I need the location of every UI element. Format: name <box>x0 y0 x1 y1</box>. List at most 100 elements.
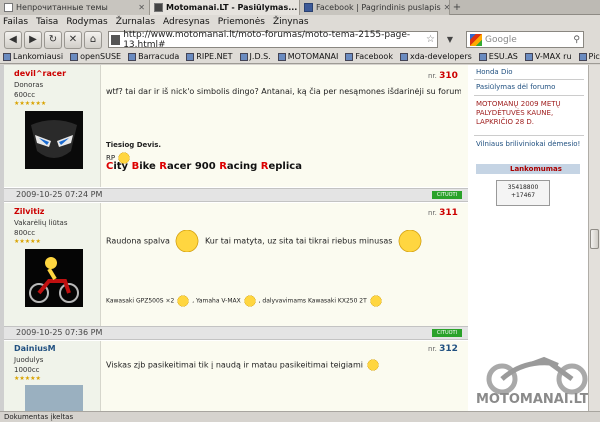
sidebar-event-link[interactable]: MOTOMANŲ 2009 METŲ PALYDĖTUVĖS KAUNE, LA… <box>476 100 584 127</box>
bookmark-star-icon[interactable]: ☆ <box>426 34 437 45</box>
page-scrollbar[interactable] <box>588 65 600 411</box>
bookmark-item[interactable]: RIPE.NET <box>186 52 233 61</box>
post-312-rank-stars: ★★★★★ <box>14 375 41 382</box>
tab-favicon <box>154 3 163 12</box>
search-box[interactable]: Google ⚲ <box>466 31 584 48</box>
forward-arrow-icon: ▶ <box>29 34 37 45</box>
url-text[interactable]: http://www.motomanai.lt/moto-forumas/mot… <box>123 30 426 50</box>
close-icon[interactable]: ✕ <box>441 3 449 12</box>
post-311-number[interactable]: nr. 311 <box>428 208 458 218</box>
post-310-location: Donoras <box>14 81 44 89</box>
menu-view[interactable]: Rodymas <box>66 17 107 27</box>
smiley-icon <box>176 295 191 307</box>
bookmark-item[interactable]: J.D.S. <box>239 52 271 61</box>
bookmark-icon <box>3 52 11 61</box>
bookmark-icon <box>399 52 408 61</box>
bookmark-icon <box>578 52 587 61</box>
tab-motomanai[interactable]: Motomanai.LT - Pasiūlymas... ✕ <box>150 0 300 15</box>
post-310-signature-bike: City Bike Racer 900 Racing Replica <box>106 161 302 172</box>
post-311-signature: Kawasaki GPZ500S ×2 , Yamaha V-MAX , dal… <box>106 295 383 307</box>
post-312-text: Viskas zjb pasikeitimai tik į naudą ir m… <box>106 359 380 371</box>
bookmark-item[interactable]: Barracuda <box>128 52 179 61</box>
quote-button[interactable]: CITUOTI <box>432 191 462 199</box>
scrollbar-thumb[interactable] <box>590 229 599 249</box>
search-input[interactable]: Google <box>485 35 517 45</box>
bookmark-icon <box>524 52 533 61</box>
post-312-location: Juodulys <box>14 356 44 364</box>
url-dropdown-icon[interactable]: ▼ <box>442 31 458 48</box>
post-311-avatar <box>25 249 83 307</box>
post-310-number[interactable]: nr. 310 <box>428 71 458 81</box>
bookmark-item[interactable]: Picasa <box>578 52 600 61</box>
menu-file[interactable]: Failas <box>3 17 28 27</box>
motorcycle-rider-avatar-icon <box>25 249 83 307</box>
post-312-bike: 1000cc <box>14 366 40 374</box>
tab-label: Непрочитанные темы <box>16 3 108 12</box>
stop-button[interactable]: ✕ <box>64 30 82 49</box>
traffic-header: Lankomumas <box>476 164 580 174</box>
forward-button[interactable]: ▶ <box>24 30 42 49</box>
page-content: devil^racer Donoras 600cc ★★★★★★ nr. 310… <box>0 65 600 411</box>
devil-avatar-icon <box>25 111 83 169</box>
home-button[interactable]: ⌂ <box>84 30 102 49</box>
smiley-icon <box>368 295 383 307</box>
menu-help[interactable]: Žinynas <box>273 17 309 27</box>
address-bar[interactable]: http://www.motomanai.lt/moto-forumas/mot… <box>108 30 438 50</box>
bookmark-item[interactable]: Facebook <box>345 52 393 61</box>
traffic-counter: 35418800 +17467 <box>496 180 550 206</box>
reload-button[interactable]: ↻ <box>44 30 62 49</box>
menu-bookmarks[interactable]: Adresynas <box>163 17 210 27</box>
search-icon[interactable]: ⚲ <box>573 35 583 45</box>
sidebar-link-vilnius[interactable]: Vilniaus briliviniokai dėmesio! <box>476 140 584 149</box>
bookmark-icon <box>239 52 248 61</box>
post-311-text: Raudona spalva Kur tai matyta, uz sita t… <box>106 230 425 252</box>
motorcycle-logo-icon <box>486 356 588 395</box>
post-311-date-bar: 2009-10-25 07:24 PM CITUOTI <box>4 188 468 202</box>
close-icon[interactable]: ✕ <box>135 3 145 12</box>
site-favicon <box>111 34 121 45</box>
status-bar: Dokumentas įkeltas <box>0 411 600 422</box>
menu-history[interactable]: Žurnalas <box>116 17 155 27</box>
counter-today: +17467 <box>510 192 536 199</box>
post-310-username[interactable]: devil^racer <box>14 69 66 78</box>
sidebar-link-forum-proposal[interactable]: Pasiūlymas dėl forumo <box>476 83 584 92</box>
bookmark-icon <box>128 52 137 61</box>
reload-icon: ↻ <box>48 34 58 45</box>
bookmark-icon <box>70 52 79 61</box>
menu-tools[interactable]: Priemonės <box>218 17 265 27</box>
quote-button[interactable]: CITUOTI <box>432 329 462 337</box>
bookmark-icon <box>186 52 195 61</box>
post-312-username[interactable]: DainiusM <box>14 344 56 353</box>
google-icon <box>470 33 482 46</box>
site-logo[interactable]: MOTOMANAI.LT <box>472 355 600 411</box>
bookmark-item[interactable]: xda-developers <box>399 52 472 61</box>
menu-bar: Failas Taisa Rodymas Žurnalas Adresynas … <box>0 15 600 29</box>
post-310-avatar <box>25 111 83 169</box>
smiley-icon <box>365 359 380 371</box>
menu-edit[interactable]: Taisa <box>36 17 58 27</box>
bookmark-item[interactable]: MOTOMANAI <box>277 52 338 61</box>
tab-unread-topics[interactable]: Непрочитанные темы ✕ <box>0 0 150 15</box>
tab-facebook[interactable]: Facebook | Pagrindinis puslapis ✕ <box>300 0 450 15</box>
post-312-avatar <box>25 385 83 411</box>
sidebar-divider <box>474 79 584 80</box>
post-311-username[interactable]: Zilvitiz <box>14 207 44 216</box>
sidebar-link-honda-dio[interactable]: Honda Dio <box>476 68 584 77</box>
sidebar-divider <box>474 135 584 136</box>
tab-label: Motomanai.LT - Pasiūlymas... <box>166 3 298 12</box>
post-311-location: Vakarėlių liūtas <box>14 219 68 227</box>
bookmark-item[interactable]: V-MAX ru <box>524 52 572 61</box>
nav-toolbar: ◀ ▶ ↻ ✕ ⌂ http://www.motomanai.lt/moto-f… <box>0 29 600 50</box>
post-311-date: 2009-10-25 07:24 PM <box>16 190 103 199</box>
post-312-number[interactable]: nr. 312 <box>428 344 458 354</box>
counter-total: 35418800 <box>507 184 539 191</box>
bookmark-item[interactable]: openSUSE <box>70 52 121 61</box>
new-tab-icon[interactable]: + <box>450 0 464 15</box>
tab-favicon <box>304 3 313 12</box>
logo-text: MOTOMANAI.LT <box>476 392 589 407</box>
back-button[interactable]: ◀ <box>4 30 22 49</box>
bookmark-item[interactable]: Lankomiausi <box>3 52 63 61</box>
bookmark-icon <box>277 52 286 61</box>
bookmark-item[interactable]: ESU.AS <box>478 52 518 61</box>
post-312-date-bar: 2009-10-25 07:36 PM CITUOTI <box>4 326 468 340</box>
